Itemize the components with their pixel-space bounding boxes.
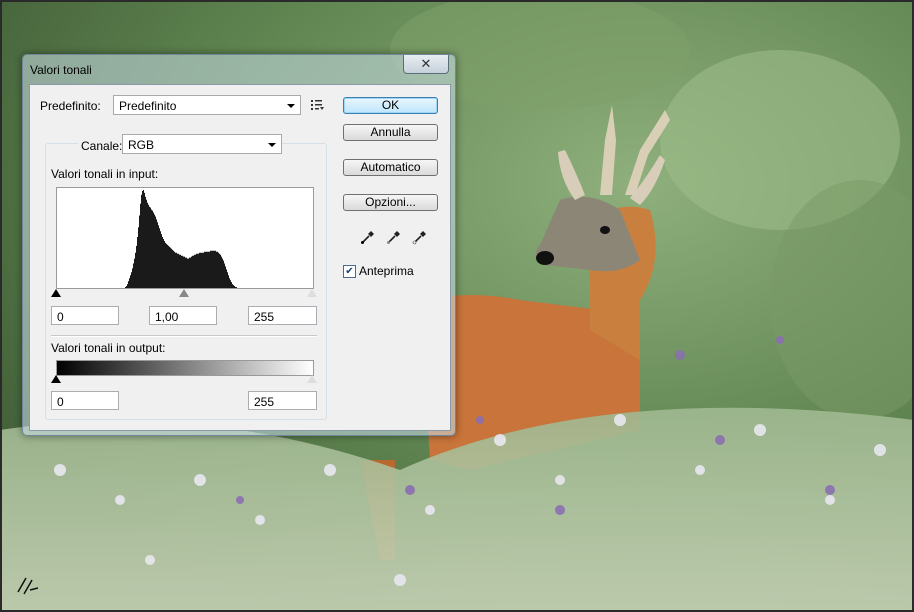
separator: [51, 335, 317, 337]
preview-checkbox[interactable]: ✔: [343, 265, 356, 278]
dialog-titlebar[interactable]: Valori tonali ✕: [23, 55, 455, 83]
black-eyedropper-icon[interactable]: [360, 229, 376, 245]
cancel-button[interactable]: Annulla: [343, 124, 438, 141]
input-black-slider[interactable]: [51, 289, 61, 297]
auto-button[interactable]: Automatico: [343, 159, 438, 176]
options-button[interactable]: Opzioni...: [343, 194, 438, 211]
input-levels-label: Valori tonali in input:: [51, 167, 159, 181]
levels-dialog: Valori tonali ✕ Predefinito: Predefinito…: [22, 54, 456, 436]
channel-label: Canale:: [78, 139, 126, 153]
channel-dropdown[interactable]: RGB: [122, 134, 282, 154]
white-eyedropper-icon[interactable]: [412, 229, 428, 245]
preset-dropdown[interactable]: Predefinito: [113, 95, 301, 115]
chevron-down-icon: [287, 104, 295, 108]
preview-label: Anteprima: [359, 264, 414, 278]
dialog-body: Predefinito: Predefinito Canale: RGB Val…: [29, 84, 451, 431]
checkmark-icon: ✔: [345, 266, 354, 277]
histogram-shape: [57, 190, 332, 288]
ok-button[interactable]: OK: [343, 97, 438, 114]
input-gamma-slider[interactable]: [179, 289, 189, 297]
list-menu-icon[interactable]: [311, 99, 325, 111]
histogram: [56, 187, 332, 289]
channel-dropdown-value: RGB: [128, 138, 155, 152]
input-white-field[interactable]: 255: [248, 306, 317, 325]
preset-dropdown-value: Predefinito: [119, 99, 177, 113]
output-white-field[interactable]: 255: [248, 391, 317, 410]
output-white-slider[interactable]: [307, 375, 317, 383]
output-black-slider[interactable]: [51, 375, 61, 383]
output-gradient: [56, 360, 314, 376]
gray-eyedropper-icon[interactable]: [386, 229, 402, 245]
input-white-slider[interactable]: [307, 289, 317, 297]
preset-label: Predefinito:: [40, 99, 101, 113]
chevron-down-icon: [268, 143, 276, 147]
output-black-field[interactable]: 0: [51, 391, 119, 410]
input-black-field[interactable]: 0: [51, 306, 119, 325]
input-gamma-field[interactable]: 1,00: [149, 306, 217, 325]
output-levels-label: Valori tonali in output:: [51, 341, 166, 355]
close-icon: ✕: [420, 56, 432, 71]
close-button[interactable]: ✕: [403, 55, 449, 74]
dialog-title: Valori tonali: [30, 63, 92, 77]
histogram-graph: [57, 190, 332, 288]
